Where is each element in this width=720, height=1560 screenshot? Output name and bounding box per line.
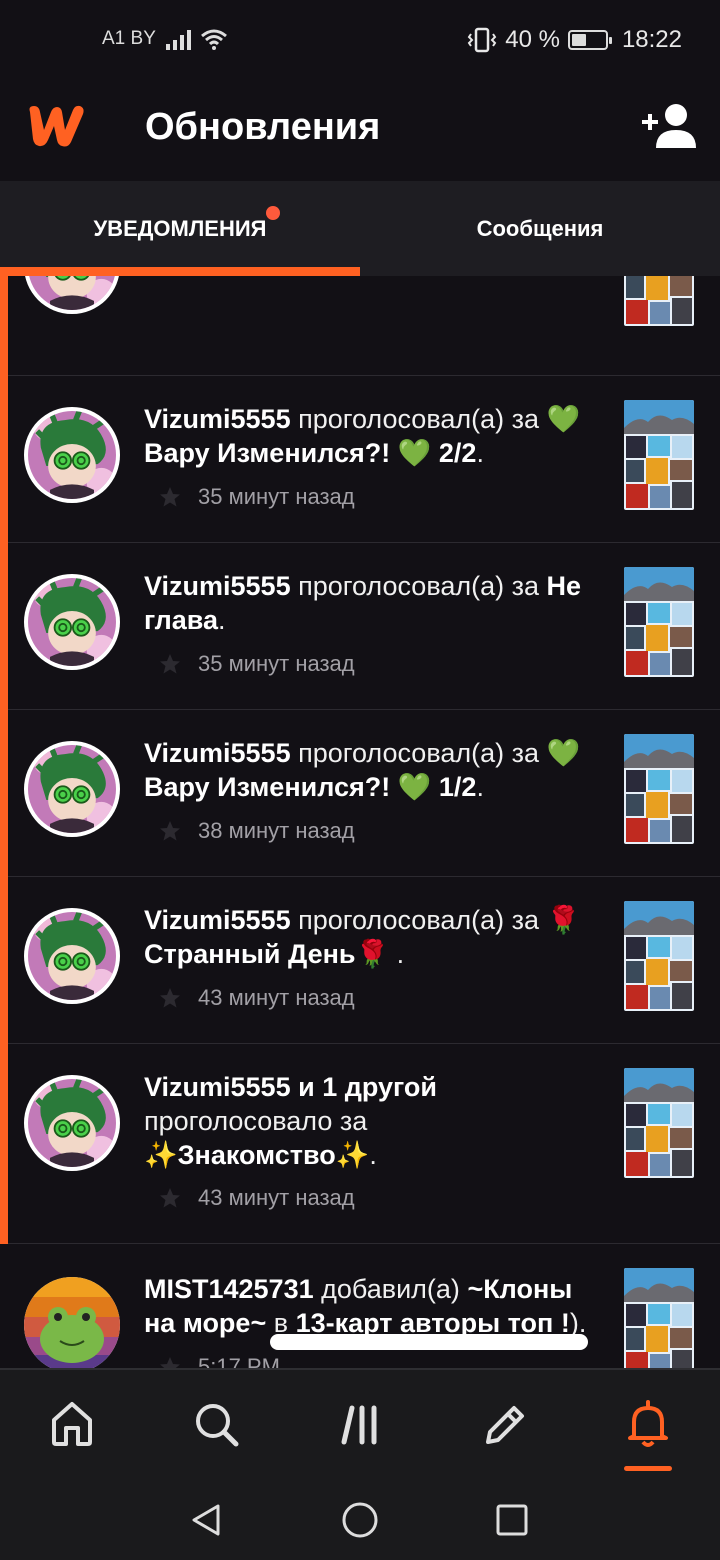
action-text: проголосовало за <box>144 1106 368 1136</box>
actor-name[interactable]: Vizumi5555 <box>144 571 291 601</box>
notification-item[interactable]: Vizumi5555 проголосовал(а) за 💚 Вару Изм… <box>8 710 720 877</box>
system-nav <box>0 1478 720 1560</box>
wifi-icon <box>200 29 227 50</box>
timestamp-row: 43 минут назад <box>158 1185 355 1211</box>
actor-name[interactable]: Vizumi5555 <box>144 404 291 434</box>
timestamp: 43 минут назад <box>198 1185 355 1210</box>
notification-item[interactable]: Vizumi5555 проголосовал(а) за 🌹 Странный… <box>8 877 720 1044</box>
timestamp: 5:17 PM <box>198 1354 280 1368</box>
bell-icon[interactable] <box>620 1396 676 1452</box>
suffix-text: . <box>389 939 405 969</box>
notification-item[interactable]: Странное Поведение Пика💜.34 минут назад <box>8 276 720 376</box>
timestamp-row: 35 минут назад <box>158 484 355 510</box>
story-cover[interactable] <box>624 400 694 510</box>
home-circle-icon[interactable] <box>340 1500 380 1540</box>
story-cover[interactable] <box>624 901 694 1011</box>
page-title: Обновления <box>145 106 381 148</box>
status-right: 40 % 18:22 <box>467 26 682 54</box>
story-cover[interactable] <box>624 276 694 326</box>
timestamp: 35 минут назад <box>198 651 355 676</box>
star-icon <box>160 821 180 841</box>
gesture-bar[interactable] <box>270 1334 588 1350</box>
suffix-text: . <box>218 605 226 635</box>
avatar[interactable] <box>24 741 120 837</box>
story-cover[interactable] <box>624 567 694 677</box>
notification-item[interactable]: Vizumi5555 проголосовал(а) за Не глава. 3… <box>8 543 720 710</box>
clock: 18:22 <box>621 26 682 53</box>
story-cover[interactable] <box>624 1068 694 1178</box>
wattpad-logo-icon[interactable] <box>24 102 88 150</box>
avatar[interactable] <box>24 276 120 314</box>
notification-text: Vizumi5555 проголосовал(а) за Не глава. <box>144 569 604 637</box>
action-text: проголосовал(а) за <box>290 738 547 768</box>
suffix-text: . <box>476 772 484 802</box>
status-left: A1 BY <box>102 28 227 50</box>
action-text: проголосовал(а) за <box>290 404 547 434</box>
notification-text: Vizumi5555 проголосовал(а) за 💚 Вару Изм… <box>144 736 604 804</box>
battery-percent: 40 % <box>505 26 560 53</box>
add-user-icon[interactable] <box>640 102 696 150</box>
notification-item[interactable]: Vizumi5555 и 1 другой проголосовало за ✨… <box>8 1044 720 1244</box>
notification-text: Vizumi5555 проголосовал(а) за 💚 Вару Изм… <box>144 402 604 470</box>
story-cover[interactable] <box>624 1268 694 1368</box>
story-title[interactable]: ✨Знакомство✨ <box>144 1140 369 1170</box>
bottom-nav <box>0 1368 720 1478</box>
recents-icon[interactable] <box>492 1500 532 1540</box>
active-nav-indicator <box>624 1466 672 1471</box>
story-cover[interactable] <box>624 734 694 844</box>
action-text: проголосовал(а) за <box>290 571 547 601</box>
carrier-label: A1 BY <box>102 28 156 49</box>
action-text: добавил(а) <box>313 1274 468 1304</box>
unread-indicator-bar <box>0 276 8 1244</box>
timestamp-row: 43 минут назад <box>158 985 355 1011</box>
search-icon[interactable] <box>188 1396 244 1452</box>
tab-bar: УВЕДОМЛЕНИЯ Сообщения <box>0 181 720 276</box>
unread-badge <box>266 205 281 220</box>
notification-text: Vizumi5555 проголосовал(а) за 🌹 Странный… <box>144 903 604 971</box>
tab-messages[interactable]: Сообщения <box>360 181 720 276</box>
suffix-text: . <box>369 1140 377 1170</box>
avatar[interactable] <box>24 407 120 503</box>
notification-text: Vizumi5555 и 1 другой проголосовало за ✨… <box>144 1070 604 1172</box>
write-icon[interactable] <box>476 1396 532 1452</box>
suffix-text: . <box>476 438 484 468</box>
notification-item[interactable]: Vizumi5555 проголосовал(а) за 💚 Вару Изм… <box>8 376 720 543</box>
app-header: Обновления <box>0 84 720 181</box>
timestamp: 38 минут назад <box>198 818 355 843</box>
tab-notifications-label: УВЕДОМЛЕНИЯ <box>94 205 281 242</box>
timestamp: 35 минут назад <box>198 484 355 509</box>
actor-name[interactable]: Vizumi5555 <box>144 905 291 935</box>
vibrate-icon <box>467 27 497 53</box>
actor-name[interactable]: MIST1425731 <box>144 1274 314 1304</box>
status-bar: A1 BY 40 % 18:22 <box>0 0 720 84</box>
active-tab-indicator <box>0 267 360 276</box>
timestamp-row: 38 минут назад <box>158 818 355 844</box>
signal-icon <box>165 28 191 50</box>
star-icon <box>160 988 180 1008</box>
tab-notifications[interactable]: УВЕДОМЛЕНИЯ <box>0 181 360 276</box>
star-icon <box>160 487 180 507</box>
back-icon[interactable] <box>186 1500 226 1540</box>
star-icon <box>160 654 180 674</box>
timestamp-row: 5:17 PM <box>158 1354 280 1368</box>
avatar[interactable] <box>24 1075 120 1171</box>
battery-icon <box>567 30 612 50</box>
tab-messages-label: Сообщения <box>476 215 604 241</box>
home-icon[interactable] <box>44 1396 100 1452</box>
actor-name[interactable]: Vizumi5555 <box>144 738 291 768</box>
avatar[interactable] <box>24 908 120 1004</box>
timestamp: 43 минут назад <box>198 985 355 1010</box>
actor-name[interactable]: Vizumi5555 и 1 другой <box>144 1072 437 1102</box>
library-icon[interactable] <box>332 1396 388 1452</box>
timestamp-row: 35 минут назад <box>158 651 355 677</box>
avatar[interactable] <box>24 1277 120 1368</box>
avatar[interactable] <box>24 574 120 670</box>
notification-list[interactable]: Странное Поведение Пика💜.34 минут назад V… <box>0 276 720 1368</box>
star-icon <box>160 1188 180 1208</box>
star-icon <box>160 1357 180 1368</box>
action-text: проголосовал(а) за <box>290 905 547 935</box>
notification-text: MIST1425731 добавил(а) ~Клоны на море~ в… <box>144 1272 604 1340</box>
